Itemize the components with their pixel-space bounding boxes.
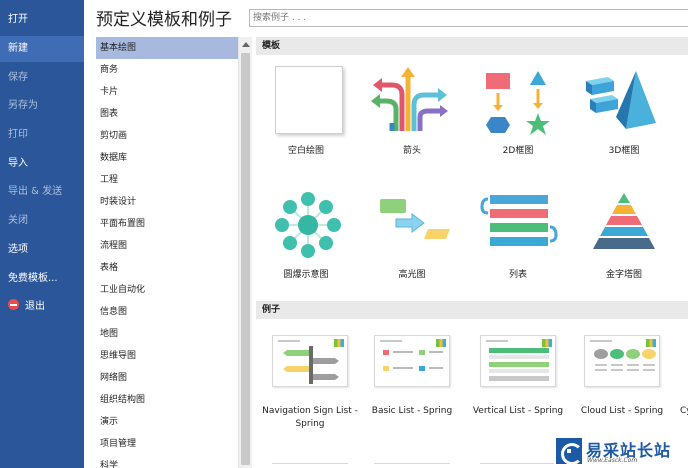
category-item[interactable]: 商务 bbox=[96, 59, 238, 81]
menu-label: 打开 bbox=[8, 14, 28, 25]
scroll-up-arrow-icon[interactable] bbox=[242, 42, 250, 47]
menu-save[interactable]: 保存 bbox=[0, 65, 84, 91]
2d-block-icon[interactable] bbox=[468, 65, 568, 141]
template-label: 2D框图 bbox=[502, 146, 534, 156]
exit-icon bbox=[8, 299, 19, 310]
example-thumbnail[interactable] bbox=[572, 335, 672, 411]
highlight-icon[interactable] bbox=[362, 189, 462, 265]
category-item[interactable]: 项目管理 bbox=[96, 433, 238, 455]
menu-label: 保存 bbox=[8, 72, 28, 83]
example-tile-cloud-list[interactable]: Cloud List - Spring bbox=[572, 335, 672, 416]
category-item[interactable]: 剪切画 bbox=[96, 125, 238, 147]
menu-open[interactable]: 打开 bbox=[0, 7, 84, 33]
category-item[interactable]: 表格 bbox=[96, 257, 238, 279]
example-thumbnail-partial bbox=[374, 463, 450, 468]
backstage-menu: 打开 新建 保存 另存为 打印 导入 导出 & 发送 关闭 选项 免费模板...… bbox=[0, 0, 84, 468]
watermark-logo-icon bbox=[556, 438, 583, 465]
category-item[interactable]: 工业自动化 bbox=[96, 279, 238, 301]
search-input[interactable] bbox=[249, 9, 688, 27]
example-thumbnail[interactable] bbox=[260, 335, 360, 411]
arrows-icon[interactable] bbox=[362, 65, 462, 141]
3d-block-icon[interactable] bbox=[574, 65, 674, 141]
example-label: Basic List - Spring bbox=[371, 406, 453, 416]
example-label: Cy bbox=[680, 406, 688, 416]
category-item[interactable]: 组织结构图 bbox=[96, 389, 238, 411]
watermark: 易采站长站 Www.Easck.Com bbox=[554, 436, 688, 468]
template-label: 3D框图 bbox=[608, 146, 640, 156]
page-title: 预定义模板和例子 bbox=[96, 10, 232, 30]
category-item[interactable]: 数据库 bbox=[96, 147, 238, 169]
menu-label: 另存为 bbox=[8, 100, 38, 111]
template-tile-3d-block[interactable]: 3D框图 bbox=[574, 65, 674, 156]
category-item[interactable]: 图表 bbox=[96, 103, 238, 125]
scrollbar-thumb[interactable] bbox=[241, 53, 250, 465]
circle-spoke-icon[interactable] bbox=[256, 189, 356, 265]
category-item[interactable]: 时装设计 bbox=[96, 191, 238, 213]
category-item[interactable]: 平面布置图 bbox=[96, 213, 238, 235]
menu-label: 选项 bbox=[8, 244, 28, 255]
menu-label: 导入 bbox=[8, 158, 28, 169]
template-tile-circle-spoke[interactable]: 圆爆示意图 bbox=[256, 189, 356, 280]
category-item[interactable]: 信息图 bbox=[96, 301, 238, 323]
example-tile-vertical-list[interactable]: Vertical List - Spring bbox=[468, 335, 568, 416]
template-tile-highlight[interactable]: 高光图 bbox=[362, 189, 462, 280]
menu-free-templates[interactable]: 免费模板... bbox=[0, 266, 84, 292]
example-thumbnail-partial bbox=[272, 463, 348, 468]
example-tile-basic-list[interactable]: Basic List - Spring bbox=[362, 335, 462, 416]
template-label: 列表 bbox=[508, 270, 527, 280]
category-item[interactable]: 地图 bbox=[96, 323, 238, 345]
template-tile-blank[interactable]: 空白绘图 bbox=[256, 65, 356, 156]
template-tile-2d-block[interactable]: 2D框图 bbox=[468, 65, 568, 156]
watermark-url: Www.Easck.Com bbox=[587, 457, 638, 464]
section-header-templates: 模板 bbox=[256, 37, 688, 55]
category-item[interactable]: 演示 bbox=[96, 411, 238, 433]
template-tile-pyramid[interactable]: 金字塔图 bbox=[574, 189, 674, 280]
category-list: 基本绘图 商务 卡片 图表 剪切画 数据库 工程 时装设计 平面布置图 流程图 … bbox=[96, 37, 238, 468]
category-scrollbar[interactable] bbox=[238, 37, 252, 468]
backstage-window: 打开 新建 保存 另存为 打印 导入 导出 & 发送 关闭 选项 免费模板...… bbox=[0, 0, 688, 468]
example-thumbnail[interactable] bbox=[362, 335, 462, 411]
template-gallery: 模板 空白绘图 箭头 2D框图 3D框图 圆爆示意图 高光图 列表 金字塔图 例… bbox=[256, 37, 688, 468]
template-tile-list[interactable]: 列表 bbox=[468, 189, 568, 280]
menu-close[interactable]: 关闭 bbox=[0, 208, 84, 234]
menu-export-send[interactable]: 导出 & 发送 bbox=[0, 179, 84, 205]
category-item-basic-drawing[interactable]: 基本绘图 bbox=[96, 37, 238, 59]
category-item[interactable]: 流程图 bbox=[96, 235, 238, 257]
blank-page-icon[interactable] bbox=[256, 65, 356, 141]
example-label: Cloud List - Spring bbox=[580, 406, 664, 416]
example-label: Vertical List - Spring bbox=[472, 406, 564, 416]
menu-label: 免费模板... bbox=[8, 273, 58, 284]
template-label: 空白绘图 bbox=[287, 146, 324, 156]
template-tile-arrows[interactable]: 箭头 bbox=[362, 65, 462, 156]
menu-import[interactable]: 导入 bbox=[0, 151, 84, 177]
pyramid-icon[interactable] bbox=[574, 189, 674, 265]
section-header-examples: 例子 bbox=[256, 301, 688, 319]
menu-label: 打印 bbox=[8, 129, 28, 140]
menu-new[interactable]: 新建 bbox=[0, 36, 84, 62]
example-thumbnail[interactable] bbox=[468, 335, 568, 411]
category-item[interactable]: 卡片 bbox=[96, 81, 238, 103]
category-item[interactable]: 工程 bbox=[96, 169, 238, 191]
template-label: 金字塔图 bbox=[605, 270, 642, 280]
template-label: 圆爆示意图 bbox=[283, 270, 329, 280]
category-item[interactable]: 科学 bbox=[96, 455, 238, 468]
menu-label: 新建 bbox=[8, 43, 28, 54]
list-icon[interactable] bbox=[468, 189, 568, 265]
menu-options[interactable]: 选项 bbox=[0, 237, 84, 263]
example-thumbnail-partial bbox=[480, 463, 556, 468]
template-label: 高光图 bbox=[398, 270, 426, 280]
menu-label: 关闭 bbox=[8, 215, 28, 226]
menu-label: 导出 & 发送 bbox=[8, 186, 63, 197]
template-label: 箭头 bbox=[402, 146, 421, 156]
example-label: Navigation Sign List - Spring bbox=[262, 406, 358, 429]
example-tile-navigation-sign-list[interactable]: Navigation Sign List - Spring bbox=[260, 335, 360, 429]
menu-save-as[interactable]: 另存为 bbox=[0, 93, 84, 119]
category-item[interactable]: 网络图 bbox=[96, 367, 238, 389]
category-item[interactable]: 思维导图 bbox=[96, 345, 238, 367]
menu-exit[interactable]: 退出 bbox=[0, 294, 84, 320]
menu-print[interactable]: 打印 bbox=[0, 122, 84, 148]
menu-label: 退出 bbox=[25, 301, 45, 312]
